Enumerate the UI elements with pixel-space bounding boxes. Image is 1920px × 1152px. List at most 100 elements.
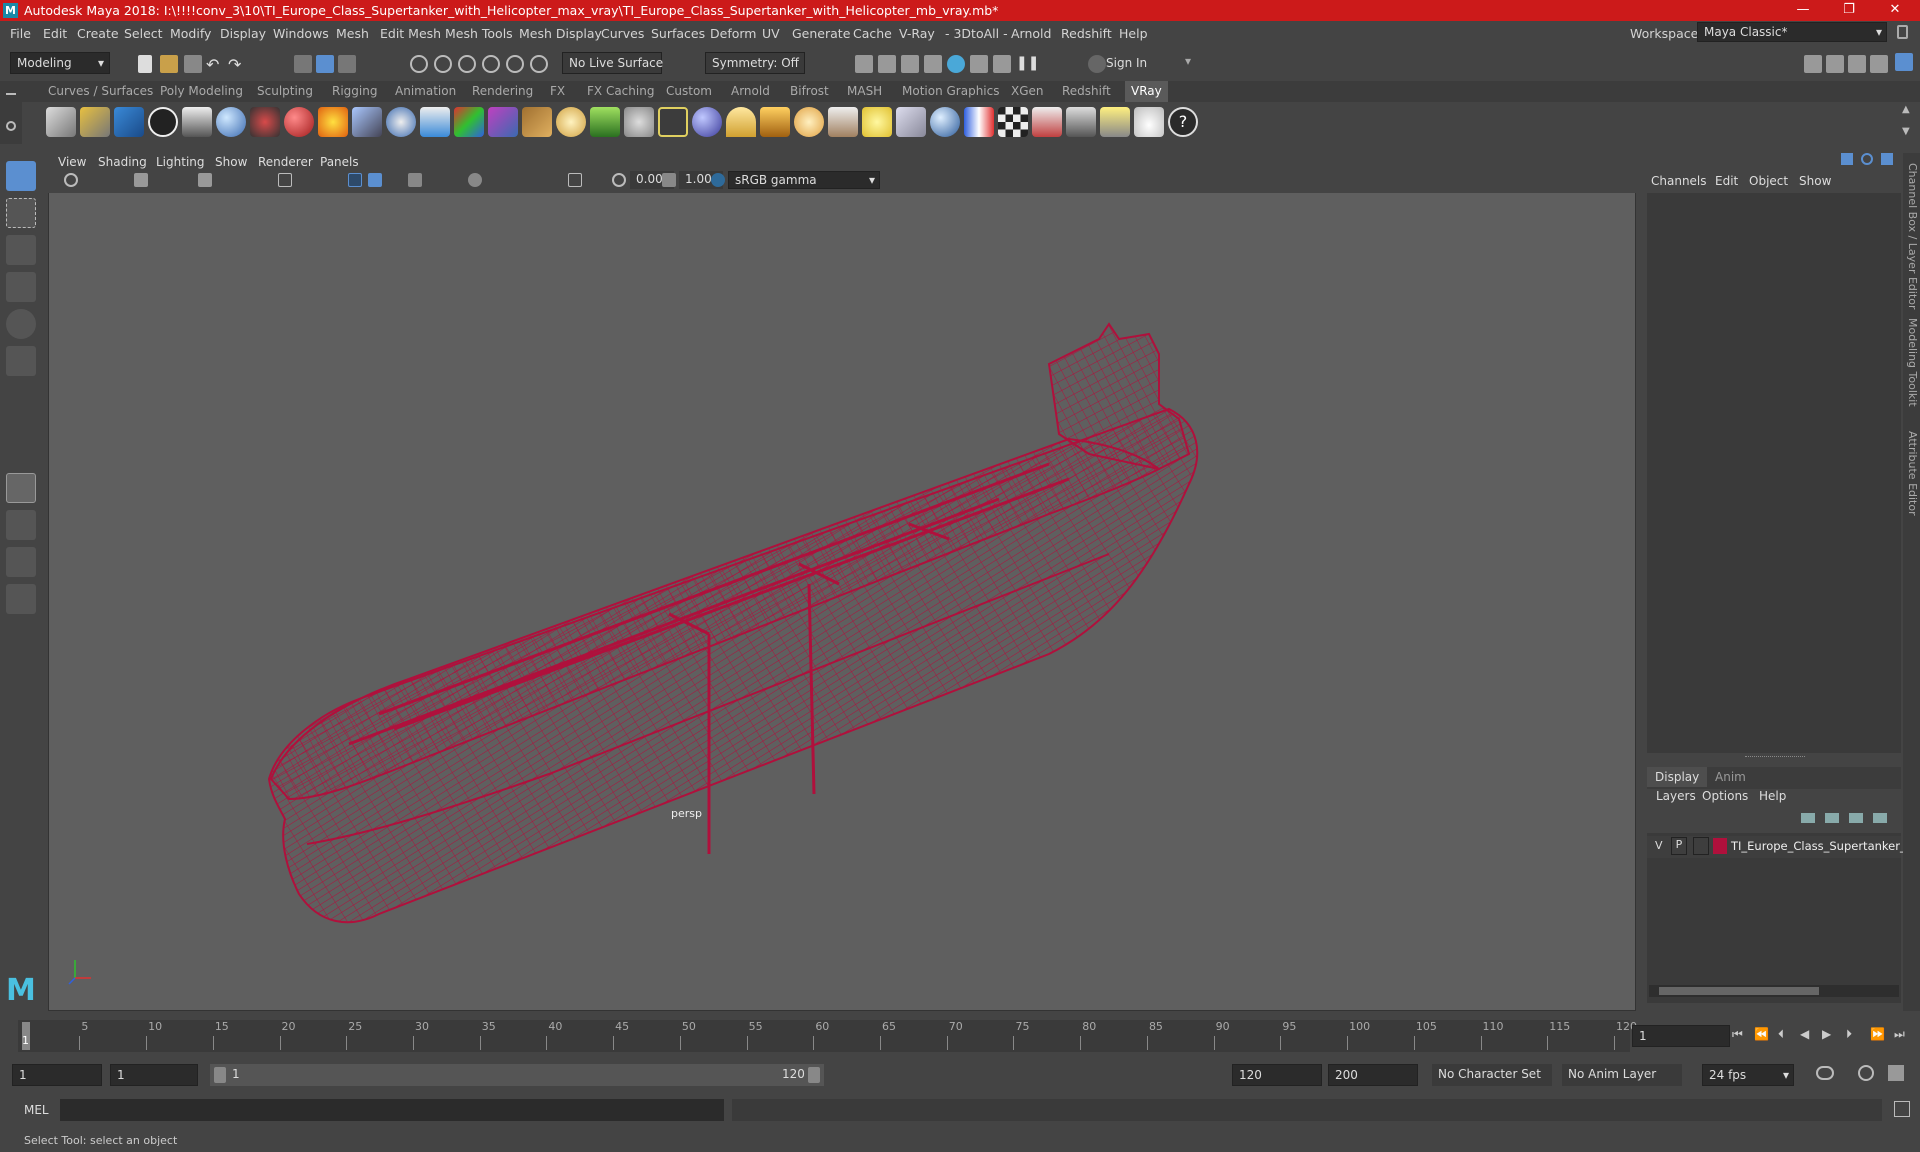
vray-checker-icon[interactable] [998,107,1028,137]
step-back-key-icon[interactable]: ⏪ [1754,1027,1769,1041]
scale-tool-icon[interactable] [6,346,36,376]
snap-grid-icon[interactable] [410,55,428,73]
new-layer-selected-icon[interactable] [1873,813,1887,823]
layer-menu-help[interactable]: Help [1759,789,1786,803]
snap-live-icon[interactable] [530,55,548,73]
vray-mtl-sphere-icon[interactable] [216,107,246,137]
menu-arnold[interactable]: Arnold [1011,26,1051,41]
shelf-tab-rendering[interactable]: Rendering [472,84,533,98]
layer-scrollbar-thumb[interactable] [1659,987,1819,995]
chevron-down-icon[interactable]: ▾ [1185,54,1191,68]
vray-plane-icon[interactable] [352,107,382,137]
layer-menu-layers[interactable]: Layers [1656,789,1696,803]
mode-dropdown[interactable]: Modeling ▾ [10,52,110,74]
select-tool-icon[interactable] [6,161,36,191]
menu-mesh-tools[interactable]: Mesh Tools [445,26,513,41]
layer-playback-toggle[interactable]: P [1671,837,1687,855]
vray-proxy-icon[interactable] [250,107,280,137]
vray-clipper-icon[interactable] [624,107,654,137]
vray-blend-mtl-icon[interactable] [284,107,314,137]
help-icon[interactable]: ? [1168,107,1198,137]
channel-box-area[interactable] [1647,193,1901,753]
render-frame-icon[interactable] [878,55,896,73]
camera-attributes-icon[interactable] [64,173,78,187]
save-scene-icon[interactable] [184,55,202,73]
open-scene-icon[interactable] [160,55,178,73]
step-forward-frame-icon[interactable]: ⏵ [1846,1027,1852,1042]
vray-framebuffer-icon[interactable] [114,107,144,137]
range-slider[interactable]: 1 120 [210,1064,824,1086]
viewport-menu-show[interactable]: Show [215,155,247,169]
viewport-menu-shading[interactable]: Shading [98,155,147,169]
time-slider[interactable]: 1 5 10 15 20 25 30 35 40 45 50 55 60 65 70 75 80 85 90 95 1… [0,1018,1920,1054]
paint-select-tool-icon[interactable] [6,235,36,265]
rotate-tool-icon[interactable] [6,309,36,339]
color-space-dropdown[interactable]: sRGB gamma ▾ [728,171,880,189]
command-language-label[interactable]: MEL [24,1103,49,1117]
vray-mesh-light-icon[interactable] [964,107,994,137]
snap-point-icon[interactable] [458,55,476,73]
menu-3dtoall[interactable]: - 3DtoAll - [945,26,1008,41]
menu-mesh-display[interactable]: Mesh Display [519,26,602,41]
loop-icon[interactable] [1816,1066,1834,1080]
color-management-icon[interactable] [711,173,725,187]
shelf-tab-fx-caching[interactable]: FX Caching [587,84,654,98]
shelf-tab-arnold[interactable]: Arnold [731,84,770,98]
bookmark-icon[interactable] [134,173,148,187]
vray-ipr-icon[interactable] [993,55,1011,73]
go-to-end-icon[interactable]: ⏭ [1894,1027,1905,1042]
lights-icon[interactable] [468,173,482,187]
channel-box-icon[interactable] [1895,53,1913,71]
menu-generate[interactable]: Generate [792,26,850,41]
side-tab-modeling-toolkit[interactable]: Modeling Toolkit [1906,318,1919,407]
gear-icon[interactable] [6,121,16,131]
script-editor-icon[interactable] [1894,1101,1910,1117]
menu-modify[interactable]: Modify [170,26,211,41]
menu-mesh[interactable]: Mesh [336,26,369,41]
step-forward-key-icon[interactable]: ⏩ [1870,1027,1885,1041]
snap-surface-icon[interactable] [506,55,524,73]
vray-environment-fog-icon[interactable] [454,107,484,137]
range-slider-start-handle[interactable] [214,1067,226,1083]
vray-logo-icon[interactable] [148,107,178,137]
vray-spot-light-icon[interactable] [760,107,790,137]
select-hierarchy-icon[interactable] [294,55,312,73]
go-to-start-icon[interactable]: ⏮ [1732,1027,1743,1042]
shelf-scroll-up-icon[interactable]: ▲ [1902,104,1910,115]
outliner-layout-icon[interactable] [6,584,36,614]
vray-curve-icon[interactable] [658,107,688,137]
shelf-tab-xgen[interactable]: XGen [1011,84,1044,98]
play-forward-icon[interactable]: ▶ [1822,1027,1831,1041]
menu-windows[interactable]: Windows [273,26,329,41]
side-tab-attribute-editor[interactable]: Attribute Editor [1906,431,1919,516]
snap-view-icon[interactable] [482,55,500,73]
select-component-icon[interactable] [338,55,356,73]
vray-displacement-icon[interactable] [488,107,518,137]
animation-start-field[interactable]: 1 [12,1064,102,1086]
shelf-tab-redshift[interactable]: Redshift [1062,84,1111,98]
vray-dome-icon[interactable] [386,107,416,137]
channel-box-toggle-icon[interactable] [1841,153,1853,165]
menu-surfaces[interactable]: Surfaces [651,26,705,41]
menu-vray[interactable]: V-Ray [899,26,935,41]
layer-menu-options[interactable]: Options [1702,789,1748,803]
vray-volume-icon[interactable] [692,107,722,137]
menu-redshift[interactable]: Redshift [1061,26,1112,41]
xray-icon[interactable] [408,173,422,187]
tool-settings-icon[interactable] [1870,55,1888,73]
vray-cloud-icon[interactable] [1134,107,1164,137]
layer-scrollbar[interactable] [1649,985,1899,997]
layer-color-swatch[interactable] [1713,838,1727,854]
pause-icon[interactable]: ❚❚ [1016,55,1039,73]
channel-menu-channels[interactable]: Channels [1651,174,1707,188]
playback-end-field[interactable]: 120 [1232,1064,1322,1086]
viewport-menu-panels[interactable]: Panels [320,155,359,169]
vray-omni-light-icon[interactable] [794,107,824,137]
lock-icon[interactable] [1897,25,1908,39]
channel-menu-edit[interactable]: Edit [1715,174,1738,188]
character-set-dropdown[interactable]: No Character Set [1432,1064,1552,1086]
shelf-tab-bifrost[interactable]: Bifrost [790,84,829,98]
minimize-button[interactable]: — [1780,0,1826,21]
menu-icon[interactable] [6,93,16,95]
menu-help[interactable]: Help [1119,26,1148,41]
